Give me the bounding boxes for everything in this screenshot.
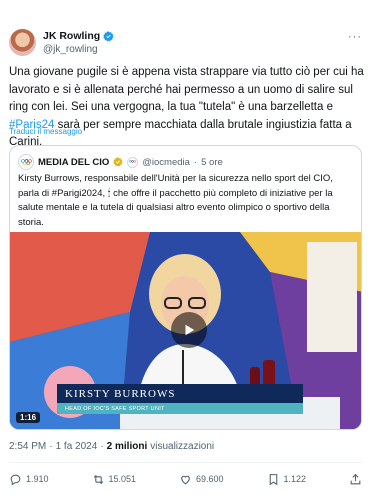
affiliate-badge-icon: [127, 156, 139, 168]
share-icon: [350, 473, 361, 484]
tweet-meta: 2:54 PM · 1 fa 2024 · 2 milioni visualiz…: [9, 441, 214, 452]
bookmark-button[interactable]: 1.122: [267, 473, 307, 486]
play-icon: [185, 324, 195, 336]
quote-header: MEDIA DEL CIO @iocmedia · 5 ore: [18, 154, 223, 170]
views-count: 2 milioni: [106, 441, 148, 452]
quoted-tweet[interactable]: MEDIA DEL CIO @iocmedia · 5 ore Kirsty B…: [9, 145, 362, 430]
author-name-row[interactable]: JK Rowling: [43, 30, 114, 42]
like-count: 69.600: [196, 474, 224, 484]
video-player[interactable]: KIRSTY BURROWS HEAD OF IOC'S SAFE SPORT …: [10, 232, 361, 429]
repost-icon: [93, 474, 103, 484]
heart-icon: [181, 475, 190, 484]
lower-third-name: KIRSTY BURROWS: [57, 384, 303, 403]
gold-verified-badge-icon: [113, 157, 123, 167]
translate-link[interactable]: Traduci il messaggio: [9, 127, 82, 136]
olympic-rings-icon: [20, 159, 32, 165]
quote-author-name[interactable]: MEDIA DEL CIO: [38, 157, 109, 168]
reply-button[interactable]: 1.910: [9, 473, 49, 486]
divider: [9, 462, 362, 463]
separator-dot: ·: [49, 441, 53, 452]
post-date[interactable]: 1 fa 2024: [56, 441, 98, 452]
lower-third-title: HEAD OF IOC'S SAFE SPORT UNIT: [57, 403, 303, 414]
quote-time[interactable]: 5 ore: [201, 157, 223, 168]
play-button[interactable]: [171, 312, 207, 348]
separator-dot: ·: [193, 156, 198, 168]
quote-avatar: [18, 154, 34, 170]
views-label: visualizzazioni: [150, 441, 215, 452]
separator-dot: ·: [100, 441, 104, 452]
repost-count: 15.051: [108, 474, 137, 484]
bookmark-icon: [269, 473, 277, 485]
quote-text: Kirsty Burrows, responsabile dell'Unità …: [18, 173, 333, 228]
bookmark-count: 1.122: [283, 474, 307, 484]
author-name[interactable]: JK Rowling: [43, 30, 100, 42]
avatar[interactable]: [9, 29, 36, 56]
verified-badge-icon: [103, 30, 114, 42]
repost-button[interactable]: 15.051: [92, 473, 137, 486]
action-bar: 1.910 15.051 69.600 1.122: [9, 470, 362, 488]
quote-author-handle[interactable]: @iocmedia: [142, 157, 190, 168]
author-handle[interactable]: @jk_rowling: [43, 44, 98, 55]
tweet-header: JK Rowling @jk_rowling ···: [9, 29, 362, 61]
tweet-text-part-1: Una giovane pugile si è appena vista str…: [9, 66, 364, 113]
share-button[interactable]: [349, 473, 362, 486]
reply-count: 1.910: [26, 474, 49, 484]
video-duration: 1:16: [16, 412, 41, 423]
reply-icon: [10, 474, 21, 485]
tweet-text: Una giovane pugile si è appena vista str…: [9, 64, 364, 152]
post-time[interactable]: 2:54 PM: [9, 441, 46, 452]
more-options-icon[interactable]: ···: [348, 31, 362, 43]
like-button[interactable]: 69.600: [179, 473, 224, 486]
